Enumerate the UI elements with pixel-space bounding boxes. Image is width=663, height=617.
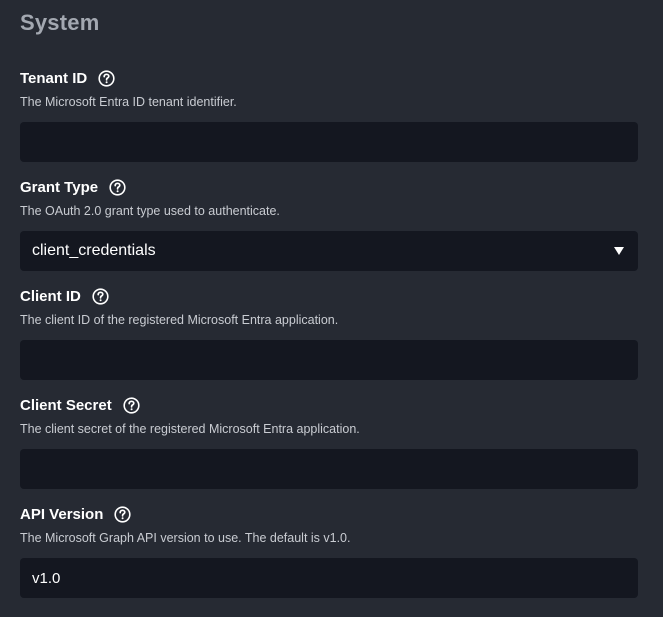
grant-type-description: The OAuth 2.0 grant type used to authent…: [20, 204, 280, 218]
api-version-input[interactable]: [20, 558, 638, 598]
api-version-description: The Microsoft Graph API version to use. …: [20, 531, 351, 545]
question-circle-icon[interactable]: [114, 505, 131, 523]
grant-type-field: Grant Type The OAuth 2.0 grant type used…: [20, 177, 638, 271]
tenant-id-input[interactable]: [20, 122, 638, 162]
grant-type-selected-value: client_credentials: [32, 242, 156, 259]
client-id-input[interactable]: [20, 340, 638, 380]
client-id-field: Client ID The client ID of the registere…: [20, 286, 638, 380]
client-id-label: Client ID: [20, 287, 81, 305]
client-secret-description: The client secret of the registered Micr…: [20, 422, 360, 436]
question-circle-icon[interactable]: [123, 396, 140, 414]
tenant-id-label: Tenant ID: [20, 69, 88, 87]
question-circle-icon[interactable]: [98, 69, 115, 87]
client-secret-input[interactable]: [20, 449, 638, 489]
client-secret-label: Client Secret: [20, 396, 112, 414]
client-secret-label-row: Client Secret: [20, 395, 638, 415]
grant-type-select[interactable]: client_credentials: [20, 231, 638, 271]
question-circle-icon[interactable]: [109, 178, 126, 196]
tenant-id-field: Tenant ID The Microsoft Entra ID tenant …: [20, 68, 638, 162]
grant-type-label-row: Grant Type: [20, 177, 638, 197]
tenant-id-label-row: Tenant ID: [20, 68, 638, 88]
system-settings-panel: System Tenant ID The Microsoft Entra ID …: [0, 0, 663, 617]
api-version-label: API Version: [20, 505, 104, 523]
section-title: System: [20, 10, 100, 35]
grant-type-label: Grant Type: [20, 178, 99, 196]
question-circle-icon[interactable]: [92, 287, 109, 305]
api-version-label-row: API Version: [20, 504, 638, 524]
caret-down-icon: [614, 247, 624, 255]
client-id-label-row: Client ID: [20, 286, 638, 306]
client-id-description: The client ID of the registered Microsof…: [20, 313, 339, 327]
client-secret-field: Client Secret The client secret of the r…: [20, 395, 638, 489]
tenant-id-description: The Microsoft Entra ID tenant identifier…: [20, 95, 237, 109]
api-version-field: API Version The Microsoft Graph API vers…: [20, 504, 638, 598]
